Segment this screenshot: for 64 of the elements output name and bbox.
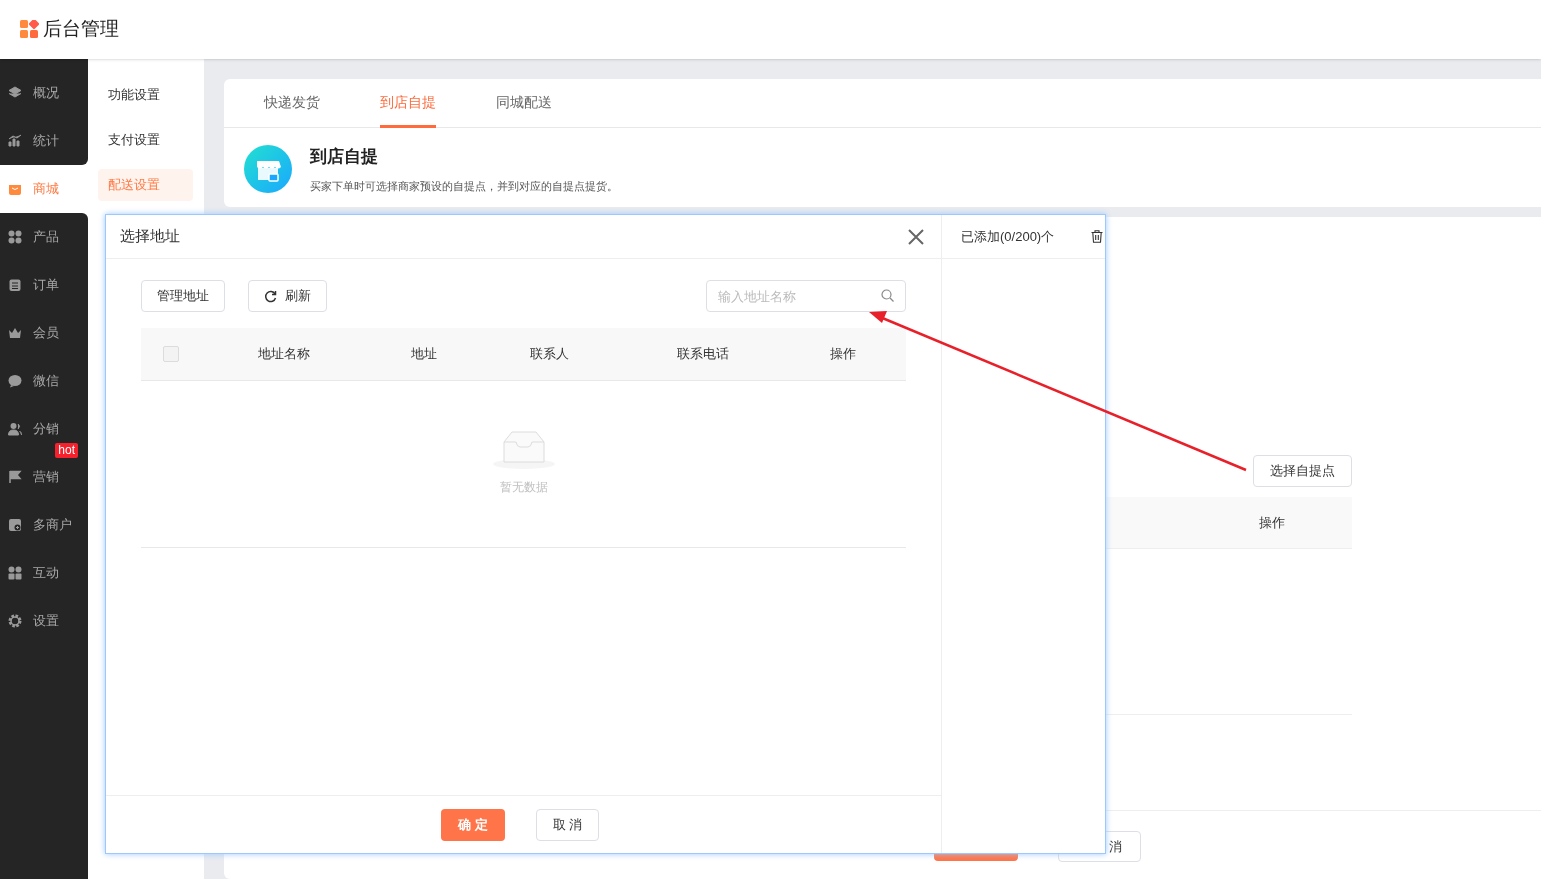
sidebar-item[interactable]: 多商户 bbox=[0, 501, 88, 549]
sidebar-item[interactable]: 营销 bbox=[0, 453, 88, 501]
sidebar-label: 多商户 bbox=[33, 516, 72, 535]
sidebar-item[interactable]: 会员 bbox=[0, 309, 88, 357]
sidebar-item[interactable]: 微信 bbox=[0, 357, 88, 405]
logo-icon bbox=[20, 20, 39, 39]
grid-icon bbox=[8, 566, 22, 580]
manage-address-button[interactable]: 管理地址 bbox=[141, 280, 225, 312]
close-icon[interactable] bbox=[907, 227, 925, 246]
store-icon bbox=[244, 145, 292, 193]
layers-icon bbox=[8, 86, 22, 100]
column-header: 操作 bbox=[829, 345, 856, 364]
refresh-icon bbox=[264, 289, 277, 303]
search-icon[interactable] bbox=[881, 289, 894, 302]
column-header: 地址名称 bbox=[257, 345, 310, 364]
select-all-checkbox[interactable] bbox=[163, 346, 179, 362]
settings-icon bbox=[8, 614, 22, 628]
sidebar-label: 商城 bbox=[33, 180, 59, 199]
sidebar-label: 产品 bbox=[33, 228, 59, 247]
app-title: 后台管理 bbox=[43, 17, 119, 42]
section-description: 买家下单时可选择商家预设的自提点，并到对应的自提点提货。 bbox=[310, 178, 618, 194]
empty-inbox-icon bbox=[491, 428, 556, 470]
sidebar-label: 营销 bbox=[33, 468, 59, 487]
sidebar-item[interactable]: 统计 bbox=[0, 117, 88, 165]
trash-icon[interactable] bbox=[1091, 230, 1103, 243]
users-icon bbox=[8, 422, 22, 436]
column-header: 操作 bbox=[1259, 513, 1285, 532]
bag-icon bbox=[8, 182, 22, 196]
submenu-item[interactable]: 支付设置 bbox=[98, 124, 193, 156]
chart-icon bbox=[8, 134, 22, 148]
added-count-label: 已添加(0/200)个 bbox=[961, 227, 1055, 246]
empty-state-text: 暂无数据 bbox=[499, 479, 548, 496]
clipboard-icon bbox=[8, 278, 22, 292]
store-plus-icon bbox=[8, 518, 22, 532]
chat-icon bbox=[8, 374, 22, 388]
sidebar-label: 设置 bbox=[33, 612, 59, 631]
sidebar-label: 概况 bbox=[33, 84, 59, 103]
search-field[interactable]: 输入地址名称 bbox=[706, 280, 906, 312]
column-header: 联系人 bbox=[530, 345, 569, 364]
section-title: 到店自提 bbox=[310, 146, 379, 168]
hot-badge: hot bbox=[55, 443, 78, 458]
cancel-button[interactable]: 取 消 bbox=[536, 808, 599, 841]
sidebar-item[interactable]: 订单 bbox=[0, 261, 88, 309]
sidebar-item[interactable]: 设置 bbox=[0, 597, 88, 645]
sidebar-label: 互动 bbox=[33, 564, 59, 583]
select-pickup-button[interactable]: 选择自提点 bbox=[1253, 455, 1352, 487]
dialog-title: 选择地址 bbox=[120, 226, 180, 247]
sidebar-item[interactable]: 互动 bbox=[0, 549, 88, 597]
sidebar-label: 分销 bbox=[33, 420, 59, 439]
sidebar-label: 统计 bbox=[33, 132, 59, 151]
crown-icon bbox=[8, 326, 22, 340]
column-header: 联系电话 bbox=[676, 345, 729, 364]
grid-icon bbox=[8, 230, 22, 244]
column-header: 地址 bbox=[410, 345, 437, 364]
sidebar-label: 会员 bbox=[33, 324, 59, 343]
submenu-item[interactable]: 功能设置 bbox=[98, 79, 193, 111]
sidebar-item[interactable]: 产品 bbox=[0, 213, 88, 261]
refresh-button[interactable]: 刷新 bbox=[248, 280, 327, 312]
sidebar-label: 订单 bbox=[33, 276, 59, 295]
tab[interactable]: 同城配送 bbox=[496, 79, 552, 128]
sidebar-item[interactable]: 概况 bbox=[0, 69, 88, 117]
flag-icon bbox=[8, 470, 22, 484]
sidebar-label: 微信 bbox=[33, 372, 59, 391]
tab[interactable]: 快递发货 bbox=[264, 79, 320, 128]
